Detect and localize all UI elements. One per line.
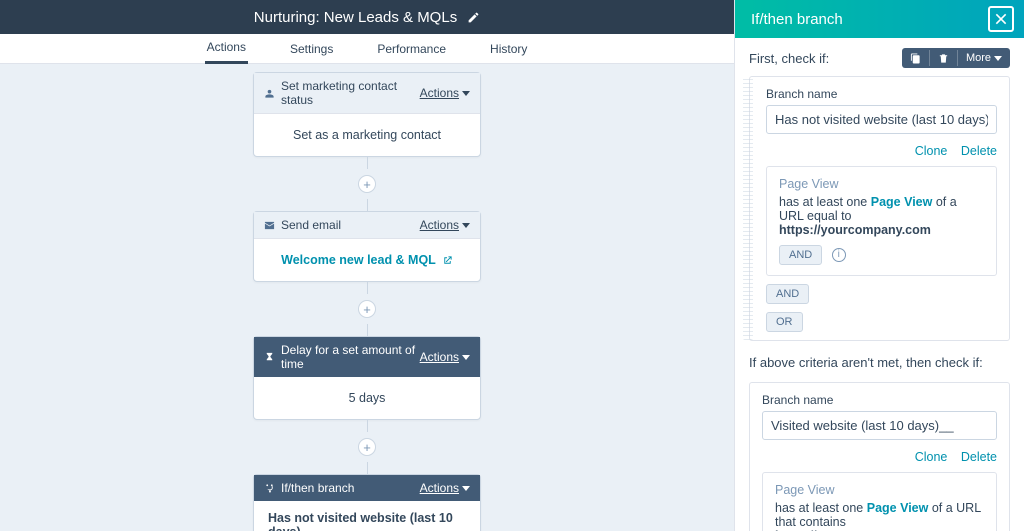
- card-title: Send email: [281, 218, 341, 232]
- card-body[interactable]: Welcome new lead & MQL: [254, 239, 480, 281]
- card-actions-menu[interactable]: Actions: [420, 481, 470, 495]
- card-send-email[interactable]: Send email Actions Welcome new lead & MQ…: [253, 211, 481, 282]
- card-title: Set marketing contact status: [281, 79, 420, 107]
- topbar: Nurturing: New Leads & MQLs: [0, 0, 734, 34]
- edit-title-icon[interactable]: [467, 11, 480, 24]
- clone-link[interactable]: Clone: [915, 144, 948, 158]
- criteria-heading: Page View: [775, 483, 984, 497]
- tab-history[interactable]: History: [488, 35, 529, 63]
- card-ifthen-branch[interactable]: If/then branch Actions Has not visited w…: [253, 474, 481, 531]
- card-body: 5 days: [254, 377, 480, 419]
- tab-performance[interactable]: Performance: [375, 35, 448, 63]
- card-actions-menu[interactable]: Actions: [420, 350, 470, 364]
- branch-block-1: Branch name Clone Delete Page View has a…: [749, 76, 1010, 341]
- close-panel-button[interactable]: [988, 6, 1014, 32]
- branch-name: Has not visited website (last 10 days): [254, 501, 480, 531]
- criteria-heading: Page View: [779, 177, 984, 191]
- workflow-title: Nurturing: New Leads & MQLs: [254, 9, 457, 26]
- delete-link[interactable]: Delete: [961, 144, 997, 158]
- or-button[interactable]: OR: [766, 312, 803, 332]
- card-actions-menu[interactable]: Actions: [420, 86, 470, 100]
- page-view-link[interactable]: Page View: [871, 195, 933, 209]
- branch-name-input[interactable]: [766, 105, 997, 134]
- tab-settings[interactable]: Settings: [288, 35, 335, 63]
- clone-link[interactable]: Clone: [915, 450, 948, 464]
- add-step-button[interactable]: +: [358, 300, 376, 318]
- tab-actions[interactable]: Actions: [205, 33, 248, 64]
- panel-header: If/then branch: [735, 0, 1024, 38]
- tabs: Actions Settings Performance History: [0, 34, 734, 64]
- add-step-button[interactable]: +: [358, 175, 376, 193]
- and-inner-button[interactable]: AND: [779, 245, 822, 265]
- delay-icon: [264, 352, 275, 363]
- branch-name-input[interactable]: [762, 411, 997, 440]
- more-menu[interactable]: More: [958, 48, 1010, 68]
- else-check-label: If above criteria aren't met, then check…: [749, 355, 1010, 370]
- criteria-box[interactable]: Page View has at least one Page View of …: [766, 166, 997, 276]
- drag-handle-icon[interactable]: [743, 77, 753, 340]
- panel-title: If/then branch: [751, 11, 843, 28]
- branch-name-label: Branch name: [762, 393, 997, 407]
- panel-toolbar: More: [902, 48, 1010, 68]
- info-icon[interactable]: i: [832, 248, 846, 262]
- first-check-label: First, check if:: [749, 51, 829, 66]
- criteria-box[interactable]: Page View has at least one Page View of …: [762, 472, 997, 531]
- copy-button[interactable]: [902, 49, 929, 68]
- email-icon: [264, 220, 275, 231]
- card-title: If/then branch: [281, 481, 354, 495]
- card-title: Delay for a set amount of time: [281, 343, 420, 371]
- workflow-canvas: Set marketing contact status Actions Set…: [0, 64, 734, 531]
- branch-name-label: Branch name: [766, 87, 997, 101]
- and-outer-button[interactable]: AND: [766, 284, 809, 304]
- branch-icon: [264, 483, 275, 494]
- card-body: Set as a marketing contact: [254, 114, 480, 156]
- add-step-button[interactable]: +: [358, 438, 376, 456]
- side-panel: If/then branch First, check if: More Br: [734, 0, 1024, 531]
- page-view-link[interactable]: Page View: [867, 501, 929, 515]
- card-set-marketing-status[interactable]: Set marketing contact status Actions Set…: [253, 72, 481, 157]
- delete-button[interactable]: [930, 49, 957, 68]
- card-delay[interactable]: Delay for a set amount of time Actions 5…: [253, 336, 481, 420]
- criteria-url: https://yourcompany.com: [779, 223, 931, 237]
- delete-link[interactable]: Delete: [961, 450, 997, 464]
- branch-block-2: Branch name Clone Delete Page View has a…: [749, 382, 1010, 531]
- card-actions-menu[interactable]: Actions: [420, 218, 470, 232]
- contact-icon: [264, 88, 275, 99]
- external-link-icon: [442, 255, 453, 266]
